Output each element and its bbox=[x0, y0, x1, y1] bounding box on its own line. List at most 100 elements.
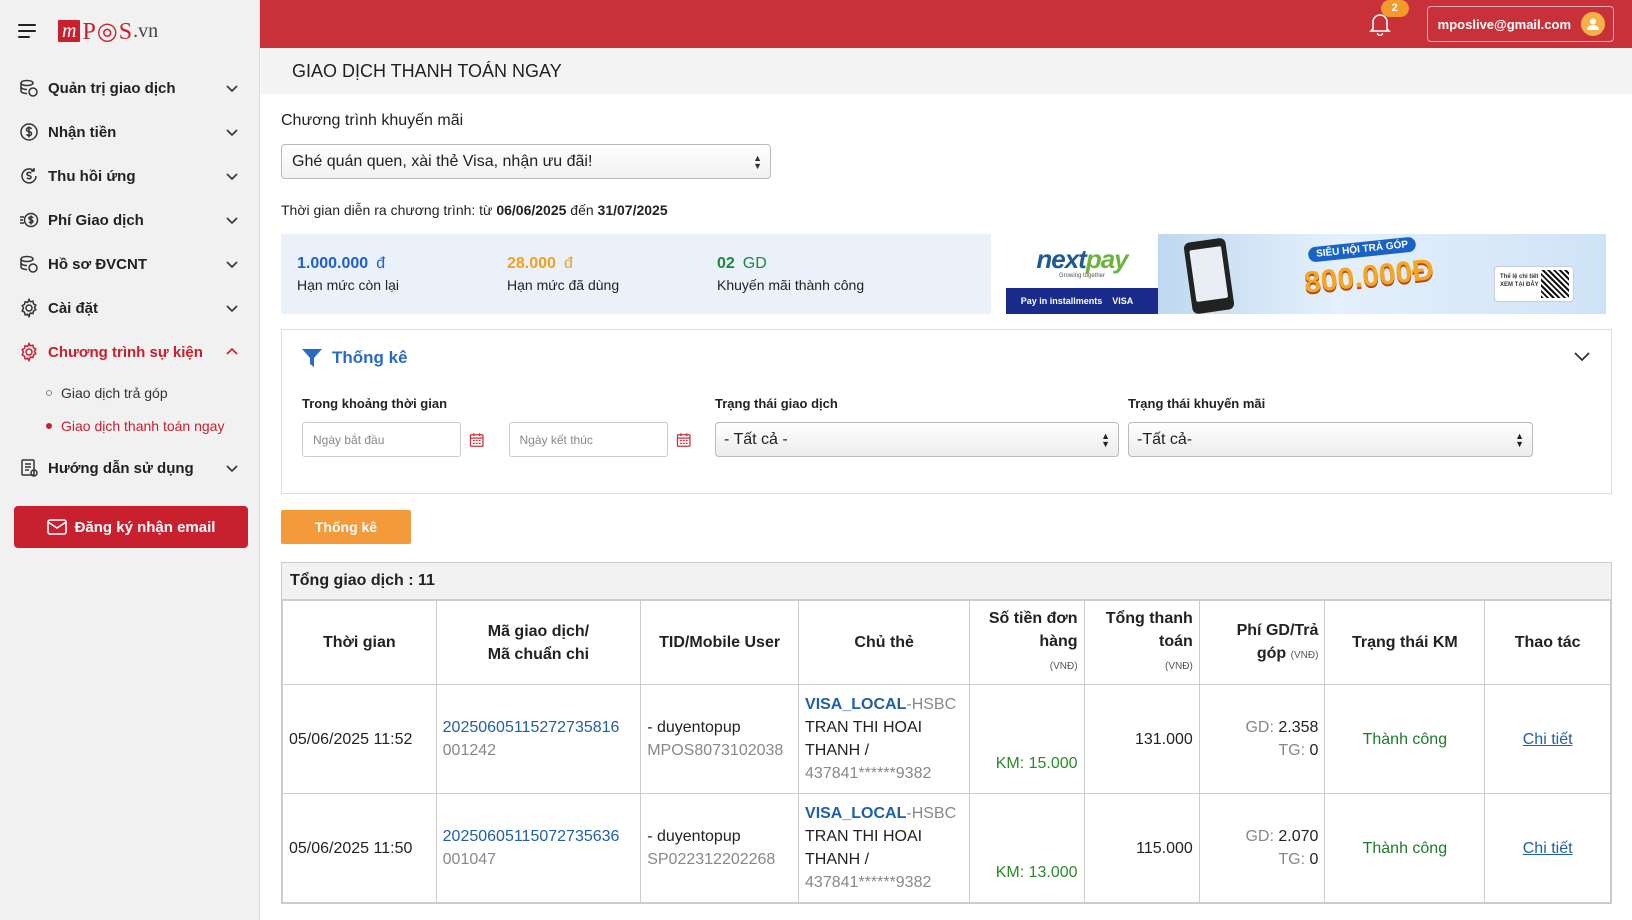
bullet-icon bbox=[46, 389, 52, 396]
brand-b: pay bbox=[1085, 243, 1129, 274]
brand-a: next bbox=[1036, 243, 1086, 274]
nextpay-tagline: Growing together bbox=[1058, 272, 1106, 279]
user-menu[interactable]: mposlive@gmail.com bbox=[1426, 6, 1614, 42]
filter-title: Thống kê bbox=[332, 347, 408, 367]
sidebar-item-transactions[interactable]: Quản trị giao dịch bbox=[0, 66, 259, 110]
chevron-down-icon bbox=[226, 85, 238, 93]
sidebar-item-label: Hướng dẫn sử dụng bbox=[48, 459, 194, 477]
detail-link[interactable]: Chi tiết bbox=[1523, 840, 1573, 857]
sidebar-subitem-label: Giao dịch trả góp bbox=[61, 384, 168, 401]
km-amount: KM: 15.000 bbox=[995, 755, 1078, 772]
page-title: GIAO DỊCH THANH TOÁN NGAY bbox=[260, 48, 1632, 94]
mobile-user: - duyentopup bbox=[647, 719, 741, 736]
promo-status-select[interactable]: -Tất cả- ▲ ▼ bbox=[1128, 422, 1533, 457]
sidebar-subitem-instant-payment[interactable]: Giao dịch thanh toán ngay bbox=[46, 409, 259, 442]
detail-link[interactable]: Chi tiết bbox=[1523, 731, 1573, 748]
tx-code-link[interactable]: 20250605115272735816 bbox=[443, 719, 620, 736]
promo-banner[interactable]: nextpay Growing together Pay in installm… bbox=[1006, 234, 1606, 314]
promo-success-value: 02 GD bbox=[717, 255, 927, 273]
calendar-icon[interactable] bbox=[469, 432, 484, 448]
col-time: Thời gian bbox=[282, 600, 437, 685]
sidebar-item-fees[interactable]: Phí Giao dịch bbox=[0, 198, 259, 242]
col-order-unit: (VNĐ) bbox=[1049, 661, 1078, 672]
card-type: VISA_LOCAL bbox=[805, 805, 907, 822]
fee-tg: 0 bbox=[1309, 742, 1319, 759]
sidebar-item-receive[interactable]: Nhận tiền bbox=[0, 110, 259, 154]
fee-gd-label: GD: bbox=[1245, 719, 1274, 736]
mpos-logo[interactable]: m P◎S .vn bbox=[58, 17, 158, 46]
limit-remaining-amount: 1.000.000 bbox=[297, 255, 369, 272]
fee-icon bbox=[18, 209, 40, 231]
chevron-down-icon bbox=[226, 465, 238, 473]
bullet-icon bbox=[46, 422, 52, 429]
promo-label: Chương trình khuyến mãi bbox=[281, 112, 464, 129]
sidebar-item-events[interactable]: Chương trình sự kiện bbox=[0, 330, 259, 374]
chevron-up-icon bbox=[226, 347, 238, 355]
auth-code: 001242 bbox=[442, 742, 497, 759]
cell-fee: GD: 2.358 TG: 0 bbox=[1198, 684, 1326, 794]
cell-total: 131.000 bbox=[1083, 684, 1200, 794]
col-holder: Chủ thẻ bbox=[798, 600, 971, 685]
start-date-input[interactable]: Ngày bắt đầu bbox=[302, 422, 462, 457]
table: Thời gian Mã giao dịch/Mã chuẩn chi TID/… bbox=[282, 600, 1611, 903]
sidebar-item-label: Nhận tiền bbox=[48, 123, 117, 141]
sidebar-item-recovery[interactable]: Thu hồi ứng bbox=[0, 154, 259, 198]
col-fee: Phí GD/Trả góp (VNĐ) bbox=[1198, 600, 1326, 685]
sidebar-item-label: Chương trình sự kiện bbox=[48, 343, 203, 361]
fee-tg-label: TG: bbox=[1278, 851, 1306, 868]
holder-name: TRAN THI HOAI THANH / bbox=[805, 719, 923, 759]
mail-icon bbox=[46, 519, 67, 535]
col-total-label: Tổng thanh toán bbox=[1105, 610, 1193, 650]
limit-used: 28.000 đ Hạn mức đã dùng bbox=[507, 255, 717, 293]
register-email-button[interactable]: Đăng ký nhận email bbox=[14, 506, 248, 548]
col-total-unit: (VNĐ) bbox=[1165, 661, 1193, 672]
cell-order: KM: 13.000 bbox=[969, 793, 1085, 903]
promo-success-label: Khuyến mãi thành công bbox=[717, 277, 865, 293]
col-order: Số tiền đơn hàng (VNĐ) bbox=[969, 600, 1085, 685]
chevron-down-icon bbox=[226, 261, 238, 269]
promo-status-field: Trạng thái khuyến mãi -Tất cả- ▲ ▼ bbox=[1128, 396, 1533, 457]
register-email-label: Đăng ký nhận email bbox=[74, 518, 216, 536]
notification-bell[interactable]: 2 bbox=[1368, 0, 1409, 37]
tx-status-value: - Tất cả - bbox=[724, 430, 788, 448]
fee-tg: 0 bbox=[1309, 851, 1319, 868]
card-number: 437841******9382 bbox=[805, 874, 932, 891]
content: GIAO DỊCH THANH TOÁN NGAY Chương trình k… bbox=[260, 48, 1632, 920]
promo-period: Thời gian diễn ra chương trình: từ 06/06… bbox=[281, 202, 1612, 218]
logo-vn: .vn bbox=[133, 19, 159, 42]
col-km-status: Trạng thái KM bbox=[1324, 600, 1486, 685]
end-date-input[interactable]: Ngày kết thúc bbox=[508, 422, 668, 457]
col-code: Mã giao dịch/Mã chuẩn chi bbox=[435, 600, 642, 685]
cell-total: 115.000 bbox=[1083, 793, 1200, 903]
promo-select[interactable]: Ghé quán quen, xài thẻ Visa, nhận ưu đãi… bbox=[281, 144, 771, 179]
total-transactions: Tổng giao dịch : 11 bbox=[282, 563, 1611, 600]
logo-pos: P◎S bbox=[82, 18, 134, 45]
statistics-button[interactable]: Thống kê bbox=[281, 510, 411, 544]
fee-gd-label: GD: bbox=[1245, 828, 1274, 845]
hamburger-icon[interactable] bbox=[18, 24, 36, 38]
calendar-icon[interactable] bbox=[676, 432, 691, 448]
sidebar-item-merchant-profile[interactable]: Hồ sơ ĐVCNT bbox=[0, 242, 259, 286]
nextpay-logo: nextpay Growing together bbox=[1006, 234, 1158, 288]
sidebar-item-label: Thu hồi ứng bbox=[48, 167, 136, 185]
promo-success-unit: GD bbox=[742, 255, 767, 272]
chevron-down-icon[interactable] bbox=[1573, 350, 1591, 364]
table-row: 05/06/2025 11:50 20250605115072735636 001… bbox=[282, 793, 1611, 903]
sidebar-submenu-events: Giao dịch trả góp Giao dịch thanh toán n… bbox=[0, 374, 259, 446]
cell-order: KM: 15.000 bbox=[969, 684, 1085, 794]
holder-name: TRAN THI HOAI THANH / bbox=[805, 828, 923, 868]
sidebar-item-settings[interactable]: Cài đặt bbox=[0, 286, 259, 330]
sidebar-subitem-installment[interactable]: Giao dịch trả góp bbox=[46, 376, 259, 409]
period-start: 06/06/2025 bbox=[496, 202, 567, 218]
qr-text: Thể lệ chi tiết XEM TẠI ĐÂY bbox=[1500, 274, 1539, 288]
cell-status: Thành công bbox=[1324, 793, 1486, 903]
filter-header[interactable]: Thống kê bbox=[282, 330, 1611, 385]
select-arrows-icon: ▲ ▼ bbox=[753, 152, 762, 171]
cell-status: Thành công bbox=[1324, 684, 1486, 794]
tx-code-link[interactable]: 20250605115072735636 bbox=[443, 828, 620, 845]
limit-used-amount: 28.000 bbox=[507, 255, 556, 272]
sidebar-item-guide[interactable]: Hướng dẫn sử dụng bbox=[0, 446, 259, 490]
limit-used-unit: đ bbox=[563, 255, 573, 272]
tx-status-select[interactable]: - Tất cả - ▲ ▼ bbox=[715, 422, 1119, 457]
sidebar-item-label: Phí Giao dịch bbox=[48, 211, 144, 229]
